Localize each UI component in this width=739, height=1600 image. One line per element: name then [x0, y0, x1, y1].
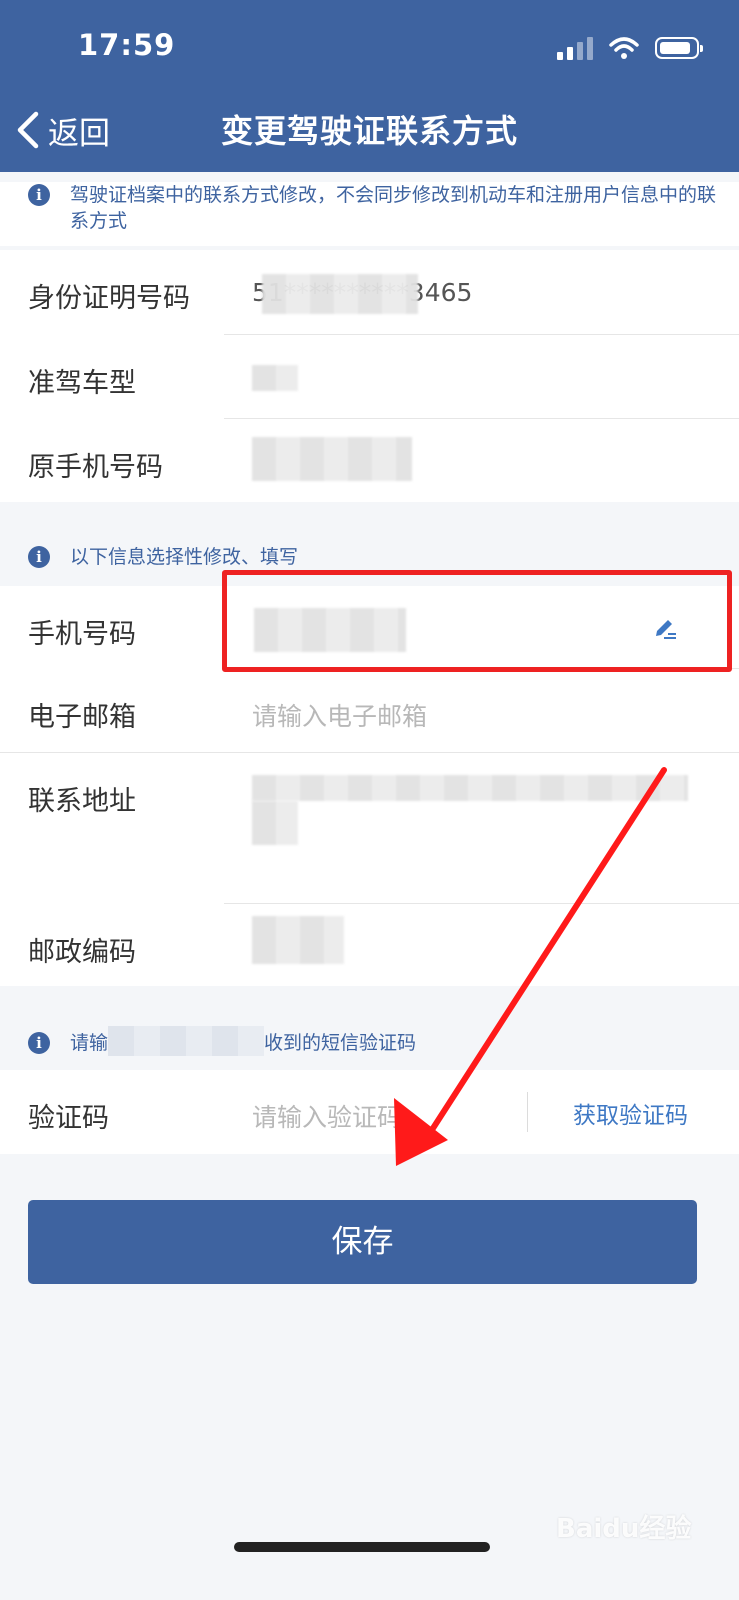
watermark-logo: Baidu经验 — [556, 1514, 692, 1544]
home-indicator — [234, 1542, 490, 1552]
red-arrow-annotation — [394, 767, 667, 1166]
